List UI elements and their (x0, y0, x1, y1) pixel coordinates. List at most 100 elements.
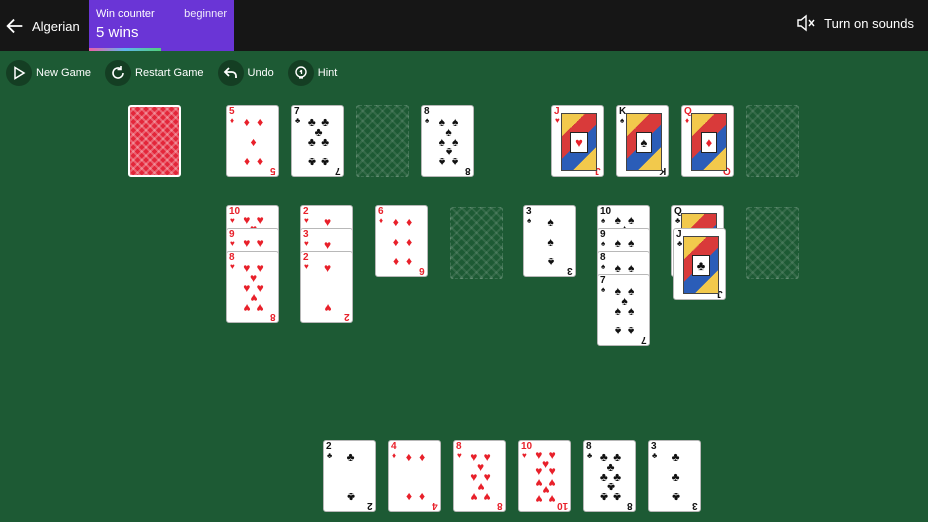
card-pip-icon: ♦ (243, 114, 250, 129)
restart-game-button[interactable]: Restart Game (105, 60, 204, 86)
card-suit-icon: ♥ (304, 239, 309, 248)
restart-game-label: Restart Game (135, 67, 204, 79)
playing-card[interactable]: 2 ♣ 2 ♣ ♣ (323, 440, 376, 512)
card-pip-icon: ♥ (483, 449, 491, 464)
card-suit-icon: ♣ (675, 216, 681, 225)
card-suit-icon: ♣ (587, 451, 593, 460)
sound-toggle-label: Turn on sounds (824, 15, 914, 31)
face-card-portrait-icon: ♠ (626, 113, 662, 171)
sound-toggle-button[interactable]: Turn on sounds (796, 14, 914, 32)
card-suit-icon: ♣ (327, 451, 333, 460)
win-counter: Win counter beginner 5 wins (89, 0, 234, 51)
card-suit-icon: ♣ (652, 451, 658, 460)
undo-button[interactable]: Undo (217, 60, 274, 86)
card-pip-icon: ♦ (392, 235, 399, 249)
playing-card[interactable]: 4 ♦ 4 ♦ ♦ ♦ ♦ (388, 440, 441, 512)
card-pip-icon: ♠ (627, 213, 635, 228)
card-pip-icon: ♣ (671, 449, 680, 464)
new-game-button[interactable]: New Game (6, 60, 91, 86)
card-pip-icon: ♥ (535, 491, 543, 506)
card-rank-bottom: 3 (567, 265, 573, 276)
back-button[interactable]: Algerian (4, 12, 80, 40)
card-pip-icon: ♣ (599, 490, 608, 505)
card-pip-icon: ♦ (257, 155, 264, 170)
card-pip-icon: ♠ (614, 304, 622, 318)
card-pip-icon: ♥ (548, 463, 556, 478)
card-pip-icon: ♦ (419, 449, 426, 464)
card-pip-icon: ♠ (614, 283, 622, 298)
card-suit-icon: ♣ (677, 239, 683, 248)
card-rank-bottom: 10 (556, 500, 568, 511)
playing-card[interactable]: K ♠ K ♠ (616, 105, 669, 177)
card-pip-icon: ♠ (627, 260, 635, 275)
card-pip-icon: ♣ (321, 155, 330, 170)
card-suit-icon: ♠ (601, 262, 606, 271)
card-pip-icon: ♥ (548, 476, 556, 491)
card-pip-icon: ♦ (419, 490, 426, 505)
card-pip-icon: ♠ (438, 135, 446, 149)
playing-card[interactable]: 8 ♥ 8 ♥ ♥ ♥ ♥ ♥ ♥ ♥ ♥ (226, 251, 279, 323)
card-pip-icon: ♦ (392, 255, 399, 270)
card-rank-bottom: 5 (270, 165, 276, 176)
playing-card[interactable]: 2♥2♥♥ (300, 251, 353, 323)
card-pip-icon: ♥ (535, 463, 543, 478)
card-pip-icon: ♥ (323, 301, 332, 316)
undo-icon (217, 60, 244, 86)
face-card-portrait-icon: ♥ (561, 113, 597, 171)
card-pip-icon: ♠ (451, 135, 459, 149)
playing-card[interactable]: J ♥ J ♥ (551, 105, 604, 177)
playing-card[interactable]: 3 ♣ 3 ♣ ♣ ♣ (648, 440, 701, 512)
playing-card[interactable]: J ♣ J ♣ (673, 228, 726, 300)
card-pip-icon: ♥ (323, 214, 332, 229)
difficulty-level: beginner (184, 8, 227, 20)
card-pip-icon: ♠ (445, 145, 452, 160)
card-suit-icon: ♥ (230, 239, 235, 248)
card-pip-icon: ♦ (257, 114, 264, 129)
card-suit-icon: ♠ (425, 116, 430, 125)
card-pip-icon: ♠ (627, 304, 635, 318)
card-pip-icon: ♠ (614, 260, 622, 275)
card-pip-icon: ♠ (451, 114, 459, 129)
empty-foundation-slot[interactable] (746, 105, 799, 177)
face-card-portrait-icon: ♣ (683, 236, 719, 294)
playing-card[interactable]: 10♥10♥♥♥♥♥♥♥♥♥♥ (518, 440, 571, 512)
playing-card[interactable]: 8 ♥ 8 ♥ ♥ ♥ ♥ ♥ ♥ ♥ ♥ (453, 440, 506, 512)
stock-pile-card-back[interactable] (128, 105, 181, 177)
card-rank-bottom: 8 (627, 500, 633, 511)
hint-button[interactable]: Hint (287, 60, 338, 86)
card-pip-icon: ♣ (321, 135, 330, 149)
playing-card[interactable]: 8 ♣ 8 ♣ ♣ ♣ ♣ ♣ ♣ ♣ ♣ (583, 440, 636, 512)
win-progress-bar (89, 48, 161, 51)
hint-label: Hint (317, 67, 338, 79)
playing-card[interactable]: 8♠8♠♠♠♠♠♠♠♠ (421, 105, 474, 177)
card-pip-icon: ♣ (346, 449, 355, 464)
card-pip-icon: ♦ (406, 255, 413, 270)
playing-card[interactable]: 7 ♣ 7 ♣ ♣ ♣ ♣ ♣ ♣ ♣ (291, 105, 344, 177)
top-bar: Algerian Win counter beginner 5 wins Tur… (0, 0, 928, 51)
restart-icon (105, 60, 132, 86)
card-pip-icon: ♠ (627, 283, 635, 298)
playing-card[interactable]: 5 ♦ 5 ♦ ♦ ♦ ♦ ♦ (226, 105, 279, 177)
card-suit-icon: ♦ (230, 116, 235, 125)
card-pip-icon: ♥ (243, 236, 251, 251)
card-suit-icon: ♠ (601, 285, 606, 294)
playing-card[interactable]: 7 ♠ 7 ♠ ♠ ♠ ♠ ♠ ♠ ♠ (597, 274, 650, 346)
empty-tableau-slot[interactable] (450, 207, 503, 279)
playing-card[interactable]: 6 ♦ 6 ♦ ♦ ♦ ♦ ♦ ♦ (375, 205, 428, 277)
card-pip-icon: ♣ (307, 135, 316, 149)
playing-card[interactable]: 3 ♠ 3 ♠ ♠ ♠ (523, 205, 576, 277)
play-icon (6, 60, 32, 86)
card-rank-bottom: 8 (465, 165, 471, 176)
win-counter-label: Win counter (96, 8, 155, 20)
card-pip-icon: ♥ (470, 490, 478, 505)
empty-reserve-slot[interactable] (356, 105, 409, 177)
card-suit-icon: ♥ (457, 451, 462, 460)
card-pip-icon: ♣ (671, 490, 680, 505)
card-suit-icon: ♣ (295, 116, 301, 125)
face-card-portrait-icon: ♦ (691, 113, 727, 171)
card-pip-icon: ♥ (470, 470, 478, 484)
playing-card[interactable]: Q ♦ Q ♦ (681, 105, 734, 177)
empty-tableau-slot[interactable] (746, 207, 799, 279)
card-rank-bottom: 3 (692, 500, 698, 511)
card-suit-icon: ♦ (379, 216, 384, 225)
